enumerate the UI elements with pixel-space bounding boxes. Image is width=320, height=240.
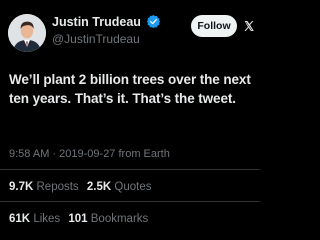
x-logo-icon[interactable] [243, 20, 255, 32]
verified-badge-icon [146, 14, 161, 29]
stats-row-likes-bookmarks: 61K Likes 101 Bookmarks [9, 212, 153, 226]
quotes-count: 2.5K [86, 181, 112, 193]
follow-button[interactable]: Follow [191, 15, 237, 37]
likes-count: 61K [9, 213, 31, 225]
tweet-time[interactable]: 9:58 AM [9, 148, 49, 160]
divider [0, 201, 260, 202]
likes-label: Likes [33, 213, 61, 225]
bookmarks-stat[interactable]: 101 Bookmarks [68, 213, 153, 225]
stats-row-reposts-quotes: 9.7K Reposts 2.5K Quotes [9, 180, 156, 194]
tweet-text: We’ll plant 2 billion trees over the nex… [9, 72, 251, 106]
tweet-metadata: 9:58 AM · 2019-09-27 from Earth [9, 147, 170, 161]
tweet-date[interactable]: 2019-09-27 [59, 148, 115, 160]
avatar-portrait-icon [8, 14, 46, 52]
tweet-card: Justin Trudeau @JustinTrudeau Follow We’… [0, 0, 260, 240]
avatar[interactable] [8, 14, 46, 52]
bookmarks-count: 101 [68, 213, 88, 225]
likes-stat[interactable]: 61K Likes [9, 213, 65, 225]
quotes-stat[interactable]: 2.5K Quotes [87, 181, 157, 193]
bookmarks-label: Bookmarks [90, 213, 149, 225]
author-handle[interactable]: @JustinTrudeau [52, 32, 140, 47]
author-name[interactable]: Justin Trudeau [52, 15, 141, 30]
reposts-count: 9.7K [9, 181, 34, 193]
divider [0, 169, 260, 170]
quotes-label: Quotes [114, 181, 152, 193]
reposts-label: Reposts [36, 181, 79, 193]
reposts-stat[interactable]: 9.7K Reposts [9, 181, 84, 193]
tweet-source: from Earth [118, 148, 170, 160]
